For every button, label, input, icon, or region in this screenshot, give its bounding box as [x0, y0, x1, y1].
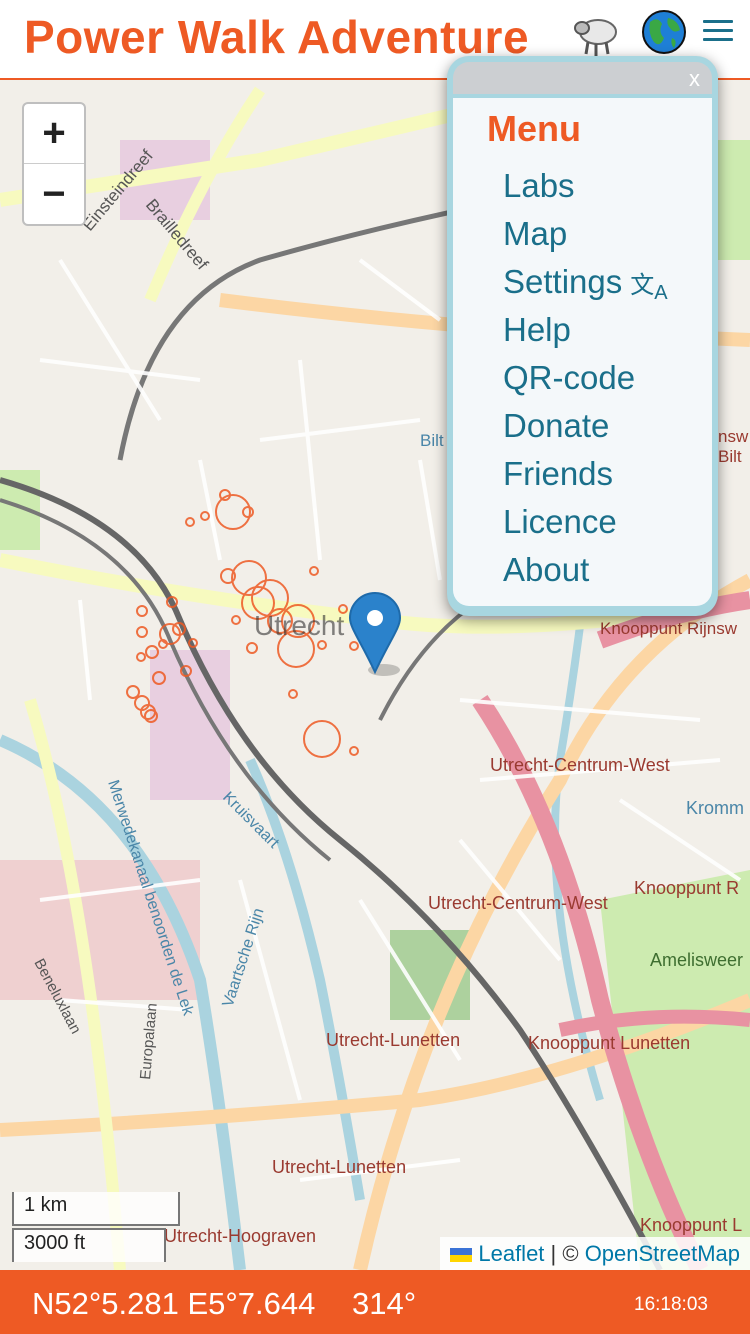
- map-label-knooppunt-l: Knooppunt L: [640, 1215, 742, 1235]
- menu-item-about[interactable]: About: [487, 546, 712, 594]
- attribution-separator: | ©: [544, 1241, 585, 1266]
- menu-body: Menu Labs Map Settings 文A Help QR-code Do…: [453, 98, 712, 606]
- menu-item-friends[interactable]: Friends: [487, 450, 712, 498]
- menu-item-settings-label: Settings: [503, 263, 623, 300]
- globe-icon[interactable]: [640, 8, 688, 56]
- map-label-centrum-west-2: Utrecht-Centrum-West: [428, 893, 608, 913]
- menu-item-licence[interactable]: Licence: [487, 498, 712, 546]
- menu-item-qr-code[interactable]: QR-code: [487, 354, 712, 402]
- menu-item-settings[interactable]: Settings 文A: [487, 258, 712, 306]
- bearing-readout: 314°: [352, 1286, 417, 1321]
- map-label-lunetten-1: Utrecht-Lunetten: [326, 1030, 460, 1050]
- translate-icon: 文A: [630, 272, 668, 304]
- ukraine-flag-icon: [450, 1248, 473, 1262]
- zoom-out-button[interactable]: −: [24, 164, 84, 224]
- map-attribution: Leaflet | © OpenStreetMap: [440, 1237, 750, 1270]
- zoom-in-button[interactable]: +: [24, 104, 84, 164]
- hamburger-menu-icon[interactable]: [700, 14, 736, 54]
- zoom-control: + −: [22, 102, 86, 226]
- map-label-centrum-west-1: Utrecht-Centrum-West: [490, 755, 670, 775]
- map-label-kromme: Kromm: [686, 798, 744, 818]
- clock-readout: 16:18:03: [634, 1294, 708, 1315]
- menu-heading: Menu: [487, 108, 581, 149]
- map-label-knooppunt-lunetten: Knooppunt Lunetten: [528, 1033, 690, 1053]
- map-label-lunetten-2: Utrecht-Lunetten: [272, 1157, 406, 1177]
- menu-item-map[interactable]: Map: [487, 210, 712, 258]
- map-label-city: Utrecht: [254, 610, 344, 641]
- sheep-icon[interactable]: [572, 10, 620, 58]
- map-label-knooppunt-r: Knooppunt R: [634, 878, 739, 898]
- menu-popup: x Menu Labs Map Settings 文A Help QR-code …: [447, 56, 718, 616]
- map-label-amelisweerd: Amelisweer: [650, 950, 743, 970]
- status-footer: N52°5.281 E5°7.644 314° 16:18:03: [0, 1270, 750, 1334]
- map-label-rijnsw: nsw: [718, 427, 749, 446]
- menu-close-button[interactable]: x: [689, 66, 700, 92]
- coordinates-readout: N52°5.281 E5°7.644: [32, 1286, 316, 1321]
- scale-bar-metric: 1 km: [12, 1192, 180, 1226]
- app-title: Power Walk Adventure: [24, 11, 530, 63]
- map-label-bilt-2: Bilt: [718, 447, 742, 466]
- leaflet-link[interactable]: Leaflet: [478, 1241, 544, 1266]
- menu-item-donate[interactable]: Donate: [487, 402, 712, 450]
- map-label-hoograven: Utrecht-Hoograven: [164, 1226, 316, 1246]
- scale-bar-imperial: 3000 ft: [12, 1228, 166, 1262]
- menu-item-help[interactable]: Help: [487, 306, 712, 354]
- openstreetmap-link[interactable]: OpenStreetMap: [585, 1241, 740, 1266]
- menu-title-bar: x: [453, 62, 712, 94]
- map-label-knooppunt-rijnsweerd: Knooppunt Rijnsw: [600, 619, 738, 638]
- map-label-bilt: Bilt: [420, 431, 444, 450]
- menu-item-labs[interactable]: Labs: [487, 162, 712, 210]
